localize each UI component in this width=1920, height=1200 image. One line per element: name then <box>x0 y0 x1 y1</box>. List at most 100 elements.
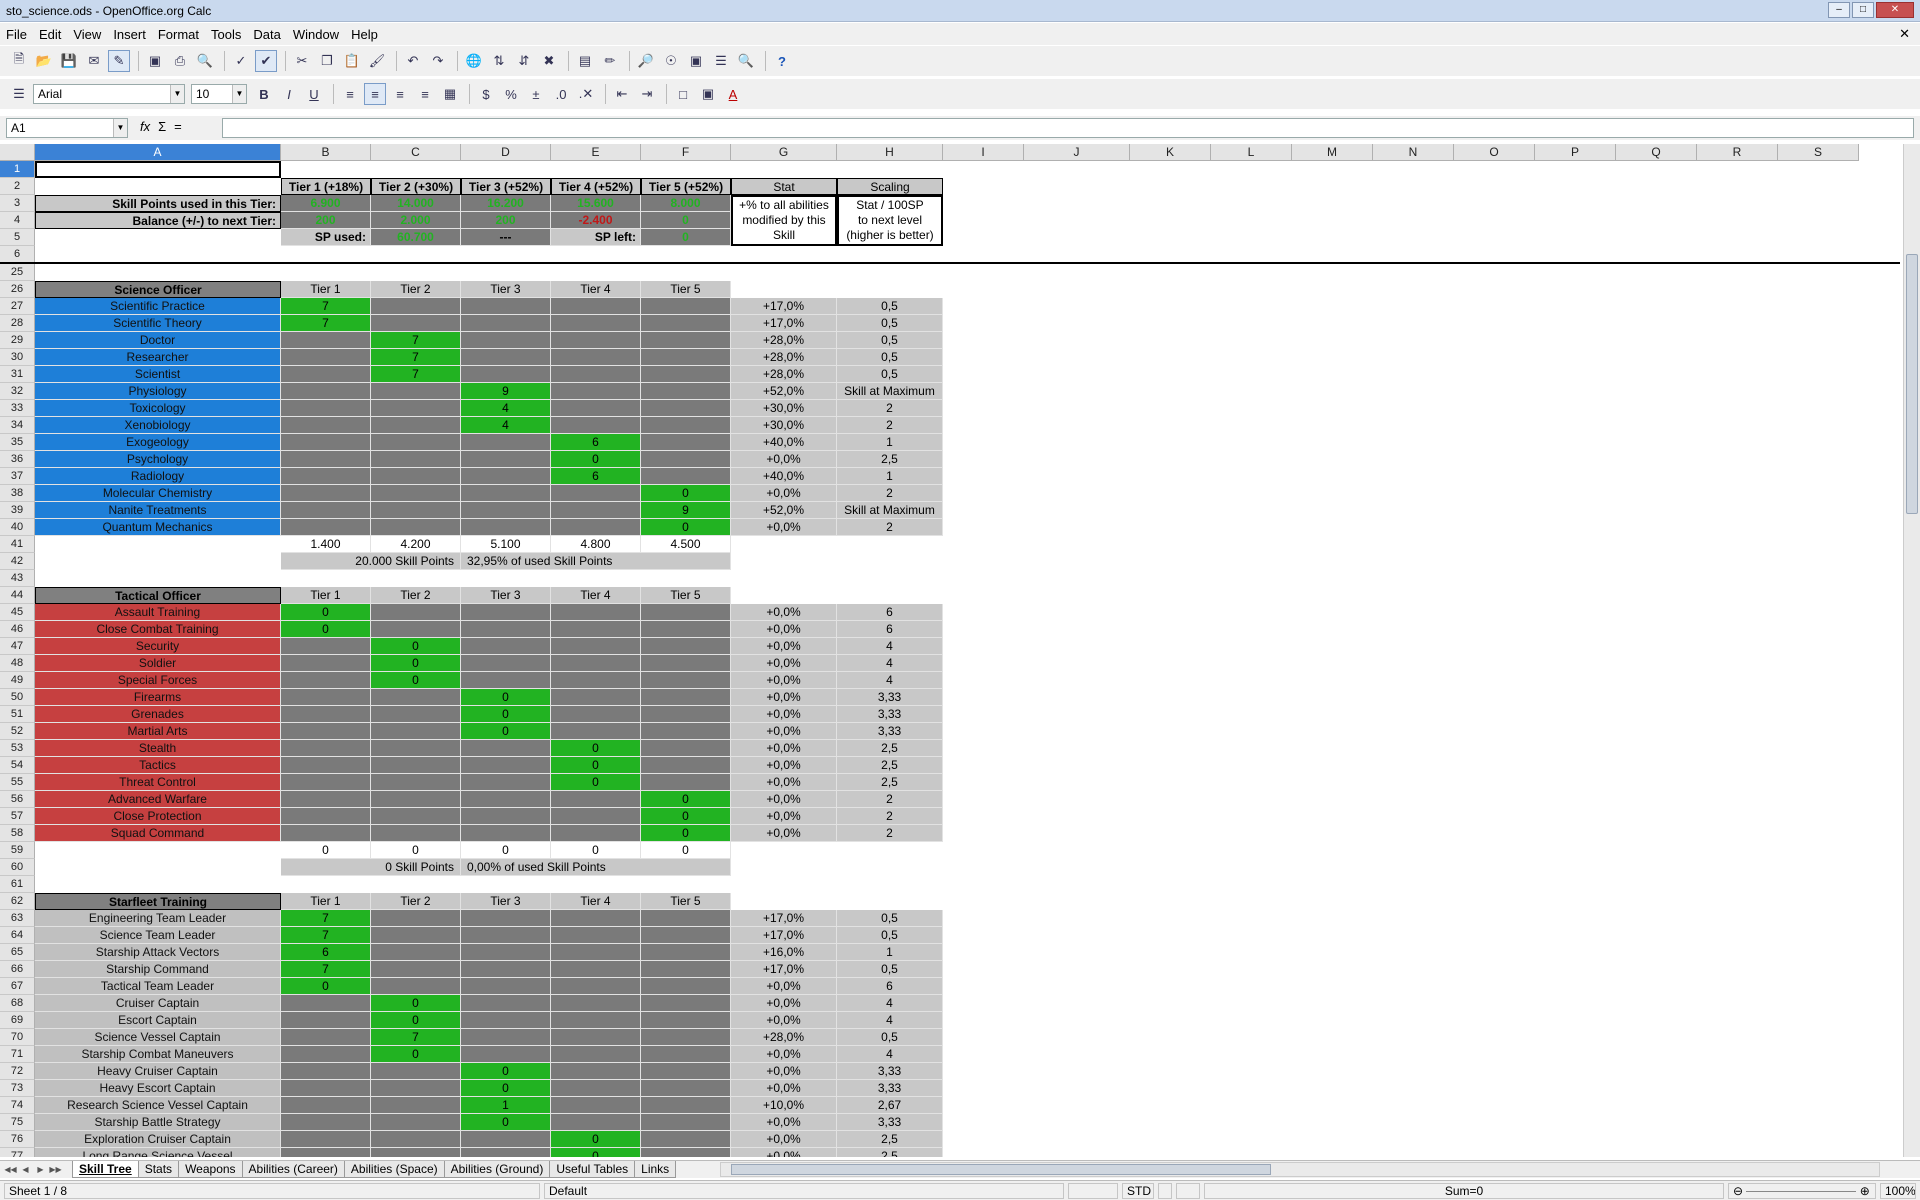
tier-slot-inactive[interactable] <box>551 400 641 417</box>
tier-slot-inactive[interactable] <box>281 1148 371 1157</box>
skill-value[interactable]: 7 <box>281 298 371 315</box>
skill-scaling[interactable]: 2,5 <box>837 1148 943 1157</box>
row-header[interactable]: 49 <box>0 672 35 689</box>
skill-value[interactable]: 6 <box>551 468 641 485</box>
tier-slot-inactive[interactable] <box>371 417 461 434</box>
balance-label[interactable]: Balance (+/-) to next Tier: <box>35 212 281 229</box>
tier-slot-inactive[interactable] <box>281 332 371 349</box>
justify-icon[interactable]: ≡ <box>414 83 436 105</box>
tier-slot-inactive[interactable] <box>281 791 371 808</box>
tier-slot-inactive[interactable] <box>461 621 551 638</box>
section-tier-label[interactable]: Tier 1 <box>281 587 371 604</box>
row-header[interactable]: 67 <box>0 978 35 995</box>
skill-name[interactable]: Security <box>35 638 281 655</box>
section-tier-label[interactable]: Tier 4 <box>551 587 641 604</box>
row-header[interactable]: 71 <box>0 1046 35 1063</box>
formula-input[interactable] <box>222 118 1914 138</box>
skill-scaling[interactable]: 2,5 <box>837 1131 943 1148</box>
skill-stat[interactable]: +0,0% <box>731 1080 837 1097</box>
tier-slot-inactive[interactable] <box>641 434 731 451</box>
skill-value[interactable]: 0 <box>371 1012 461 1029</box>
skill-scaling[interactable]: 4 <box>837 1046 943 1063</box>
tier-slot-inactive[interactable] <box>641 978 731 995</box>
tier-slot-inactive[interactable] <box>461 519 551 536</box>
tier-slot-inactive[interactable] <box>461 910 551 927</box>
skill-scaling[interactable]: 0,5 <box>837 961 943 978</box>
skill-value[interactable]: 6 <box>551 434 641 451</box>
skill-scaling[interactable]: 2 <box>837 417 943 434</box>
menu-tools[interactable]: Tools <box>205 27 247 42</box>
tier-slot-inactive[interactable] <box>281 995 371 1012</box>
tier-slot-inactive[interactable] <box>461 1148 551 1157</box>
tier-slot-inactive[interactable] <box>371 825 461 842</box>
column-header[interactable]: E <box>551 144 641 161</box>
skill-value[interactable]: 0 <box>461 689 551 706</box>
menu-file[interactable]: File <box>0 27 33 42</box>
tier-total[interactable]: 0 <box>641 842 731 859</box>
skill-stat[interactable]: +0,0% <box>731 995 837 1012</box>
tier-slot-inactive[interactable] <box>641 349 731 366</box>
tier-slot-inactive[interactable] <box>371 1114 461 1131</box>
skill-scaling[interactable]: 2 <box>837 485 943 502</box>
skill-stat[interactable]: +0,0% <box>731 774 837 791</box>
skill-name[interactable]: Firearms <box>35 689 281 706</box>
menu-edit[interactable]: Edit <box>33 27 67 42</box>
new-document-icon[interactable]: 🗎 <box>8 50 30 72</box>
row-header[interactable]: 46 <box>0 621 35 638</box>
skill-stat[interactable]: +28,0% <box>731 332 837 349</box>
skill-scaling[interactable]: 3,33 <box>837 1080 943 1097</box>
tier-slot-inactive[interactable] <box>281 740 371 757</box>
row-header[interactable]: 66 <box>0 961 35 978</box>
tier-total[interactable]: 0 <box>371 842 461 859</box>
zoom-in-icon[interactable]: ⊕ <box>1860 1184 1870 1198</box>
skill-name[interactable]: Assault Training <box>35 604 281 621</box>
column-header[interactable]: J <box>1024 144 1130 161</box>
skill-value[interactable]: 0 <box>281 621 371 638</box>
skill-name[interactable]: Science Team Leader <box>35 927 281 944</box>
skill-name[interactable]: Scientist <box>35 366 281 383</box>
skill-stat[interactable]: +52,0% <box>731 502 837 519</box>
page-style[interactable]: Default <box>544 1183 1064 1199</box>
row-header[interactable]: 65 <box>0 944 35 961</box>
copy-icon[interactable]: ❐ <box>316 50 338 72</box>
skill-name[interactable]: Scientific Practice <box>35 298 281 315</box>
row-header[interactable]: 2 <box>0 178 35 195</box>
skill-value[interactable]: 0 <box>641 825 731 842</box>
skill-value[interactable]: 0 <box>371 655 461 672</box>
tier-header[interactable]: Tier 1 (+18%) <box>281 178 371 195</box>
stat-header[interactable]: Stat <box>731 178 837 195</box>
tier-slot-inactive[interactable] <box>371 383 461 400</box>
tier-slot-inactive[interactable] <box>371 604 461 621</box>
skill-value[interactable]: 0 <box>551 451 641 468</box>
tier-slot-inactive[interactable] <box>461 961 551 978</box>
skill-scaling[interactable]: 2,67 <box>837 1097 943 1114</box>
section-tier-label[interactable]: Tier 4 <box>551 893 641 910</box>
skill-scaling[interactable]: 0,5 <box>837 1029 943 1046</box>
italic-icon[interactable]: I <box>278 83 300 105</box>
tab-stats[interactable]: Stats <box>137 1161 180 1178</box>
skill-name[interactable]: Researcher <box>35 349 281 366</box>
skill-value[interactable]: 0 <box>551 740 641 757</box>
prev-sheet-icon[interactable]: ◀ <box>19 1163 32 1176</box>
column-header[interactable]: L <box>1211 144 1292 161</box>
row-header[interactable]: 38 <box>0 485 35 502</box>
section-tier-label[interactable]: Tier 2 <box>371 587 461 604</box>
skill-scaling[interactable]: 4 <box>837 638 943 655</box>
row-header[interactable]: 64 <box>0 927 35 944</box>
tier-slot-inactive[interactable] <box>641 910 731 927</box>
row-header[interactable]: 54 <box>0 757 35 774</box>
section-tier-label[interactable]: Tier 4 <box>551 281 641 298</box>
skill-scaling[interactable]: 0,5 <box>837 349 943 366</box>
skill-value[interactable]: 7 <box>371 1029 461 1046</box>
chevron-down-icon[interactable]: ▼ <box>113 119 127 137</box>
tier-slot-inactive[interactable] <box>371 808 461 825</box>
skill-name[interactable]: Tactics <box>35 757 281 774</box>
font-size-combo[interactable]: 10 ▼ <box>191 84 247 104</box>
tier-slot-inactive[interactable] <box>641 740 731 757</box>
skill-name[interactable]: Threat Control <box>35 774 281 791</box>
section-points-summary[interactable]: 0 Skill Points <box>281 859 461 876</box>
save-icon[interactable]: 💾 <box>58 50 80 72</box>
skill-stat[interactable]: +0,0% <box>731 519 837 536</box>
tier-slot-inactive[interactable] <box>461 740 551 757</box>
tier-slot-inactive[interactable] <box>641 383 731 400</box>
